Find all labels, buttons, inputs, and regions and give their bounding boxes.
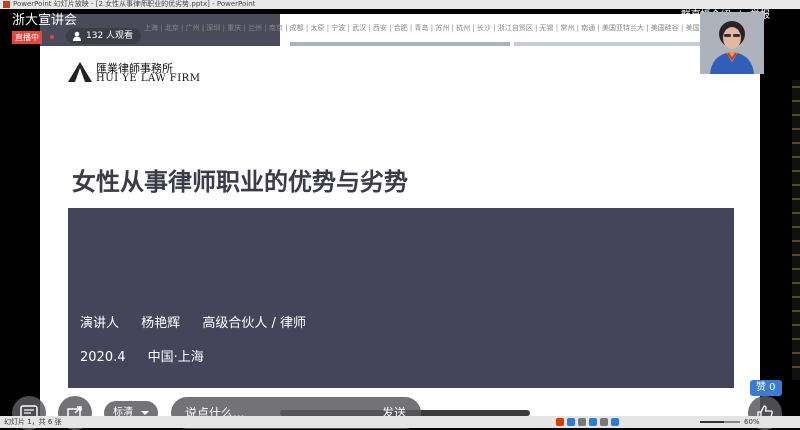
tool-icon — [567, 418, 575, 426]
zoom-level: 60% — [744, 418, 760, 426]
slide-title: 女性从事律师职业的优势与劣势 — [72, 168, 408, 196]
presenter-video-image — [700, 12, 764, 74]
speaker-title: 高级合伙人 / 律师 — [202, 316, 306, 331]
user-icon — [73, 31, 81, 41]
slide-counter: 幻灯片 1，共 6 张 — [4, 418, 62, 426]
live-indicator-dot — [50, 35, 54, 39]
date-place-line: 2020.4 中国·上海 — [80, 346, 222, 365]
background-strip — [792, 80, 800, 380]
powerpoint-status-bar: 幻灯片 1，共 6 张 60% — [0, 416, 800, 428]
chevron-down-icon — [141, 411, 149, 415]
app-icon — [556, 418, 564, 426]
like-count: 赞 0 — [750, 380, 782, 396]
zoom-slider-fill — [700, 421, 724, 423]
slide-band-light-blue — [290, 42, 510, 46]
firm-name-en: HUI YE LAW FIRM — [96, 73, 201, 84]
tool-icon — [578, 418, 586, 426]
presenter-camera-feed — [700, 12, 764, 74]
viewer-count: 132 人观看 — [66, 28, 142, 44]
live-badge: 直播中 — [12, 31, 42, 44]
presentation-date: 2020.4 — [80, 350, 126, 365]
powerpoint-icon — [3, 1, 10, 8]
office-cities-list: 上海 | 北京 | 广州 | 深圳 | 重庆 | 兰州 | 南京 | 成都 | … — [144, 24, 714, 32]
presentation-place: 中国·上海 — [147, 350, 204, 365]
channel-name: 浙大宣讲会 — [12, 13, 78, 28]
tool-icon — [600, 418, 608, 426]
viewer-count-text: 132 人观看 — [86, 31, 134, 41]
speaker-info-box: 演讲人 杨艳辉 高级合伙人 / 律师 2020.4 中国·上海 — [68, 208, 734, 388]
firm-logo: 匯業律師事務所 HUI YE LAW FIRM — [68, 60, 218, 84]
status-icons — [556, 418, 622, 430]
speaker-name: 杨艳辉 — [141, 316, 181, 331]
tool-icon — [611, 418, 619, 426]
live-channel-header: 浙大宣讲会 — [12, 9, 77, 28]
speaker-line: 演讲人 杨艳辉 高级合伙人 / 律师 — [80, 312, 324, 331]
speaker-role: 演讲人 — [80, 316, 120, 331]
firm-logo-mark-icon — [68, 62, 92, 82]
tool-icon — [589, 418, 597, 426]
powerpoint-window-title: PowerPoint 幻灯片放映 - [2.女性从事律师职业的优劣势.pptx]… — [13, 0, 256, 8]
presentation-slide: 上海 | 北京 | 广州 | 深圳 | 重庆 | 兰州 | 南京 | 成都 | … — [40, 14, 760, 428]
zoom-slider[interactable] — [700, 421, 740, 423]
